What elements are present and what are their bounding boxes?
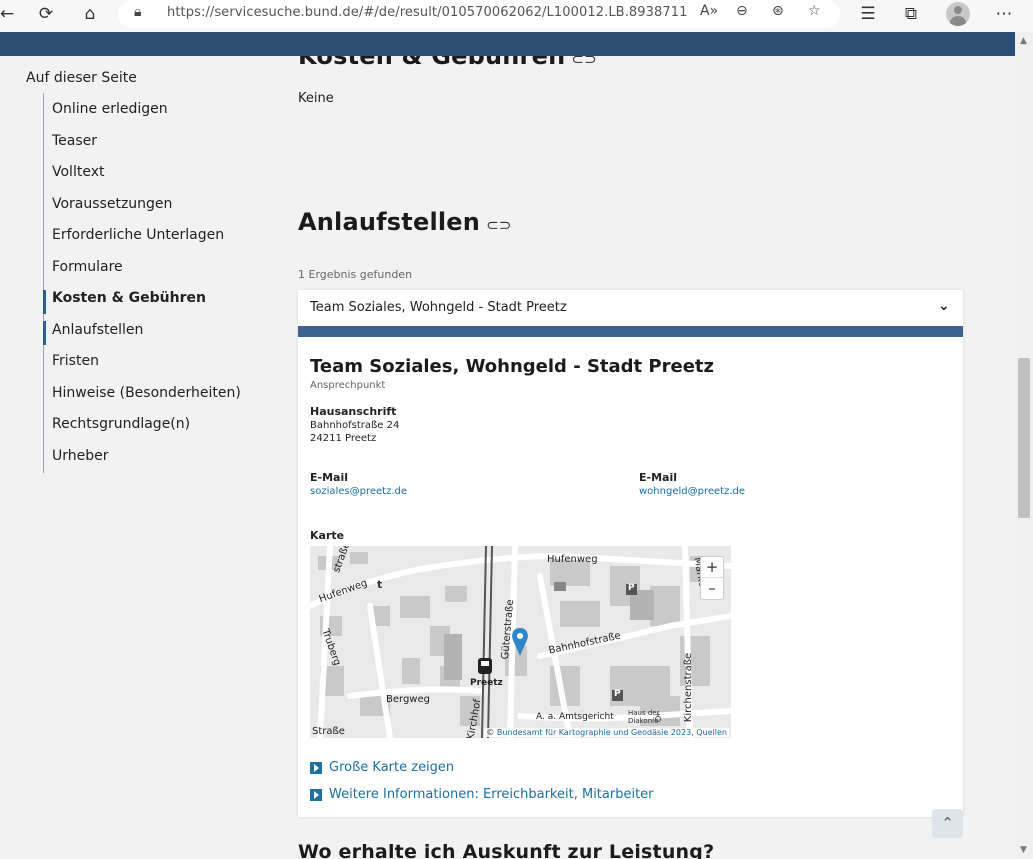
- office-dropdown[interactable]: Team Soziales, Wohngeld - Stadt Preetz ⌄: [298, 290, 963, 326]
- tracking-icon[interactable]: ⊛: [772, 3, 784, 19]
- address-street: Bahnhofstraße 24: [310, 420, 400, 431]
- map-zoom-control: + –: [700, 556, 724, 600]
- toc-item-urheber[interactable]: Urheber: [52, 448, 109, 464]
- costs-heading: Kosten & Gebühren ⊂⊃: [298, 56, 597, 70]
- home-icon[interactable]: ⌂: [77, 3, 103, 25]
- back-icon[interactable]: ←: [0, 3, 20, 25]
- toc-item-anlaufstellen[interactable]: Anlaufstellen: [52, 322, 143, 338]
- office-subtitle: Ansprechpunkt: [310, 380, 386, 391]
- back-to-top-button[interactable]: ⌃: [932, 809, 963, 838]
- map-zoom-out-button[interactable]: –: [701, 578, 723, 599]
- card-accent-bar: [298, 326, 963, 337]
- read-aloud-icon[interactable]: A»: [700, 3, 718, 19]
- page-scrollbar[interactable]: ▲ ▼: [1015, 32, 1033, 859]
- scroll-down-icon[interactable]: ▼: [1020, 845, 1027, 855]
- map-label-preetz: Preetz: [470, 678, 503, 688]
- scroll-up-icon[interactable]: ▲: [1020, 36, 1027, 46]
- email1-label: E-Mail: [310, 471, 348, 484]
- toc-item-volltext[interactable]: Volltext: [52, 164, 104, 180]
- address-label: Hausanschrift: [310, 405, 397, 418]
- scrollbar-thumb[interactable]: [1018, 358, 1030, 518]
- office-card: Team Soziales, Wohngeld - Stadt Preetz ⌄…: [298, 290, 963, 817]
- toc-active-marker: [43, 321, 46, 345]
- costs-value: Keine: [298, 91, 334, 106]
- parking-icon: P: [628, 583, 635, 593]
- toc-item-formulare[interactable]: Formulare: [52, 259, 123, 275]
- toc-item-teaser[interactable]: Teaser: [52, 133, 97, 149]
- map-label: Karte: [310, 529, 345, 542]
- office-title: Team Soziales, Wohngeld - Stadt Preetz: [310, 356, 714, 377]
- show-big-map-link[interactable]: Große Karte zeigen: [310, 760, 454, 775]
- toc-item-fristen[interactable]: Fristen: [52, 353, 99, 369]
- map-zoom-in-button[interactable]: +: [701, 557, 723, 578]
- map-canvas[interactable]: [310, 546, 731, 738]
- address-city: 24211 Preetz: [310, 433, 377, 444]
- anchor-link-icon[interactable]: ⊂⊃: [486, 216, 512, 234]
- toc-item-voraussetzungen[interactable]: Voraussetzungen: [52, 196, 172, 212]
- add-favorite-icon[interactable]: ☆: [808, 3, 821, 19]
- map-label-amtsgericht: A. a. Amtsgericht: [536, 712, 614, 722]
- map-label-kirchenstrasse: Kirchenstraße: [683, 652, 695, 723]
- post-horn-icon: ♁: [654, 712, 663, 725]
- profile-icon[interactable]: [946, 2, 970, 26]
- play-arrow-icon: [310, 788, 322, 801]
- next-section-heading: Wo erhalte ich Auskunft zur Leistung?: [298, 841, 715, 859]
- refresh-icon[interactable]: ⟳: [33, 3, 59, 25]
- favorites-icon[interactable]: ☰: [855, 3, 881, 25]
- parking-icon: P: [614, 689, 621, 699]
- toc-item-kosten-gebuehren[interactable]: Kosten & Gebühren: [52, 290, 206, 306]
- map-label-hufenweg: Hufenweg: [547, 554, 598, 565]
- map-label-t: t: [377, 578, 383, 591]
- map-attribution-link[interactable]: Bundesamt für Kartographie und Geodäsie …: [497, 728, 727, 737]
- site-header-band: [0, 32, 1015, 56]
- more-icon[interactable]: ⋯: [991, 3, 1017, 25]
- page-content: Auf dieser Seite Online erledigen Teaser…: [0, 56, 1015, 859]
- result-count: 1 Ergebnis gefunden: [298, 268, 413, 281]
- collections-icon[interactable]: ⧉: [898, 3, 924, 25]
- office-dropdown-label: Team Soziales, Wohngeld - Stadt Preetz: [310, 300, 567, 315]
- address-bar[interactable]: 🔒︎ https://servicesuche.bund.de/#/de/res…: [118, 0, 840, 28]
- chevron-down-icon[interactable]: ⌄: [938, 298, 950, 314]
- chevron-up-icon: ⌃: [941, 814, 954, 832]
- map-label-bergweg: Bergweg: [386, 694, 430, 705]
- email2-label: E-Mail: [639, 471, 677, 484]
- toc-item-hinweise[interactable]: Hinweise (Besonderheiten): [52, 385, 241, 401]
- email1-link[interactable]: soziales@preetz.de: [310, 486, 407, 497]
- address-url[interactable]: https://servicesuche.bund.de/#/de/result…: [167, 5, 688, 20]
- email2-link[interactable]: wohngeld@preetz.de: [639, 486, 745, 497]
- play-arrow-icon: [310, 761, 322, 774]
- zoom-out-icon[interactable]: ⊖: [736, 3, 748, 19]
- anchor-link-icon[interactable]: ⊂⊃: [571, 56, 597, 68]
- toc-item-erforderliche-unterlagen[interactable]: Erforderliche Unterlagen: [52, 227, 224, 243]
- more-info-link[interactable]: Weitere Informationen: Erreichbarkeit, M…: [310, 787, 654, 802]
- browser-toolbar: ← ⟳ ⌂ 🔒︎ https://servicesuche.bund.de/#/…: [0, 0, 1033, 32]
- map-label-strasse-bottom: Straße: [312, 726, 345, 737]
- toc-item-rechtsgrundlagen[interactable]: Rechtsgrundlage(n): [52, 416, 190, 432]
- lock-icon[interactable]: 🔒︎: [134, 4, 141, 20]
- toc-item-online-erledigen[interactable]: Online erledigen: [52, 101, 168, 117]
- table-of-contents: Online erledigen Teaser Volltext Vorauss…: [43, 93, 273, 473]
- offices-heading: Anlaufstellen ⊂⊃: [298, 208, 512, 236]
- toc-title: Auf dieser Seite: [26, 70, 137, 86]
- map-attribution: © Bundesamt für Kartographie und Geodäsi…: [484, 728, 729, 737]
- toc-active-marker: [43, 290, 46, 314]
- location-map[interactable]: Hufenweg Hufenweg Bahnhofstraße Güterstr…: [310, 546, 731, 738]
